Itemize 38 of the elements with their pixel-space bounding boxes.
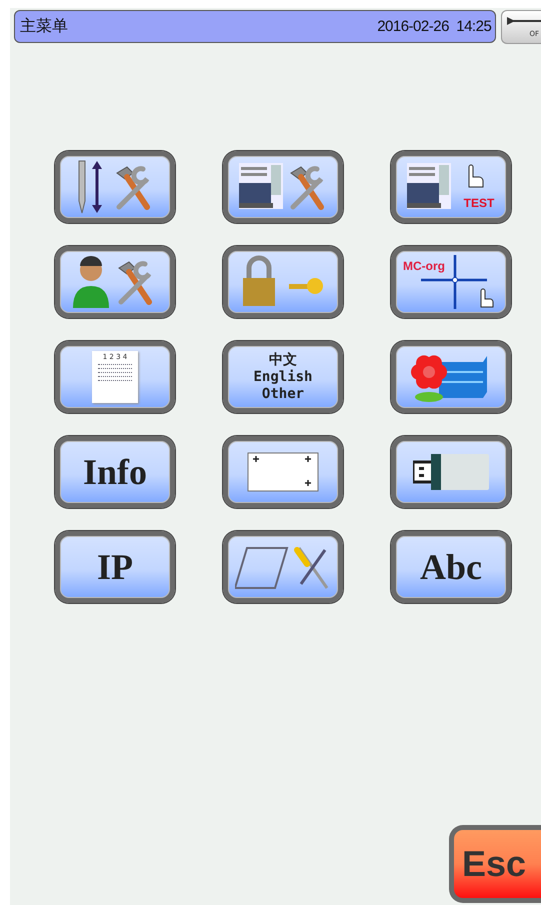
language-option: English bbox=[253, 368, 312, 386]
pointing-hand-icon bbox=[468, 164, 484, 188]
flower-icon bbox=[411, 355, 447, 402]
usb-drive-icon bbox=[413, 454, 489, 490]
menu-button[interactable]: IP bbox=[55, 531, 175, 603]
user-icon bbox=[73, 256, 109, 308]
menu-button[interactable] bbox=[223, 436, 343, 508]
esc-button[interactable]: Esc bbox=[449, 825, 541, 903]
hammer-wrench-icon bbox=[118, 261, 152, 305]
screwdriver-wrench-icon bbox=[294, 547, 328, 589]
menu-button[interactable]: Abc bbox=[391, 531, 511, 603]
frame-corners-icon bbox=[248, 452, 318, 492]
language-option: Other bbox=[262, 386, 304, 402]
date-time: 2016-02-26 14:25 bbox=[377, 18, 492, 35]
pointing-hand-icon bbox=[480, 288, 494, 308]
key-icon bbox=[289, 278, 323, 294]
button-label: Info bbox=[82, 451, 148, 493]
test-label: TEST bbox=[464, 196, 494, 210]
screen-title: 主菜单 bbox=[20, 16, 68, 37]
menu-button[interactable] bbox=[55, 246, 175, 318]
menu-button[interactable] bbox=[55, 151, 175, 223]
button-label: IP bbox=[97, 546, 133, 588]
padlock-icon bbox=[243, 256, 275, 306]
up-down-arrow-icon bbox=[92, 161, 102, 213]
switch-lever-icon bbox=[507, 17, 541, 25]
button-label: Abc bbox=[420, 546, 482, 588]
origin-label: MC-org bbox=[403, 259, 445, 273]
needle-icon bbox=[78, 160, 86, 214]
menu-button[interactable] bbox=[391, 436, 511, 508]
embroidery-machine-icon bbox=[407, 163, 451, 209]
hammer-wrench-icon bbox=[290, 166, 324, 210]
parallelogram-frame-icon bbox=[235, 547, 288, 589]
embroidery-machine-icon bbox=[239, 163, 283, 209]
language-option: 中文 bbox=[268, 352, 297, 368]
hammer-wrench-icon bbox=[116, 166, 150, 210]
menu-button[interactable]: Info bbox=[55, 436, 175, 508]
menu-button[interactable] bbox=[223, 151, 343, 223]
menu-button[interactable]: 中文 English Other bbox=[223, 341, 343, 413]
